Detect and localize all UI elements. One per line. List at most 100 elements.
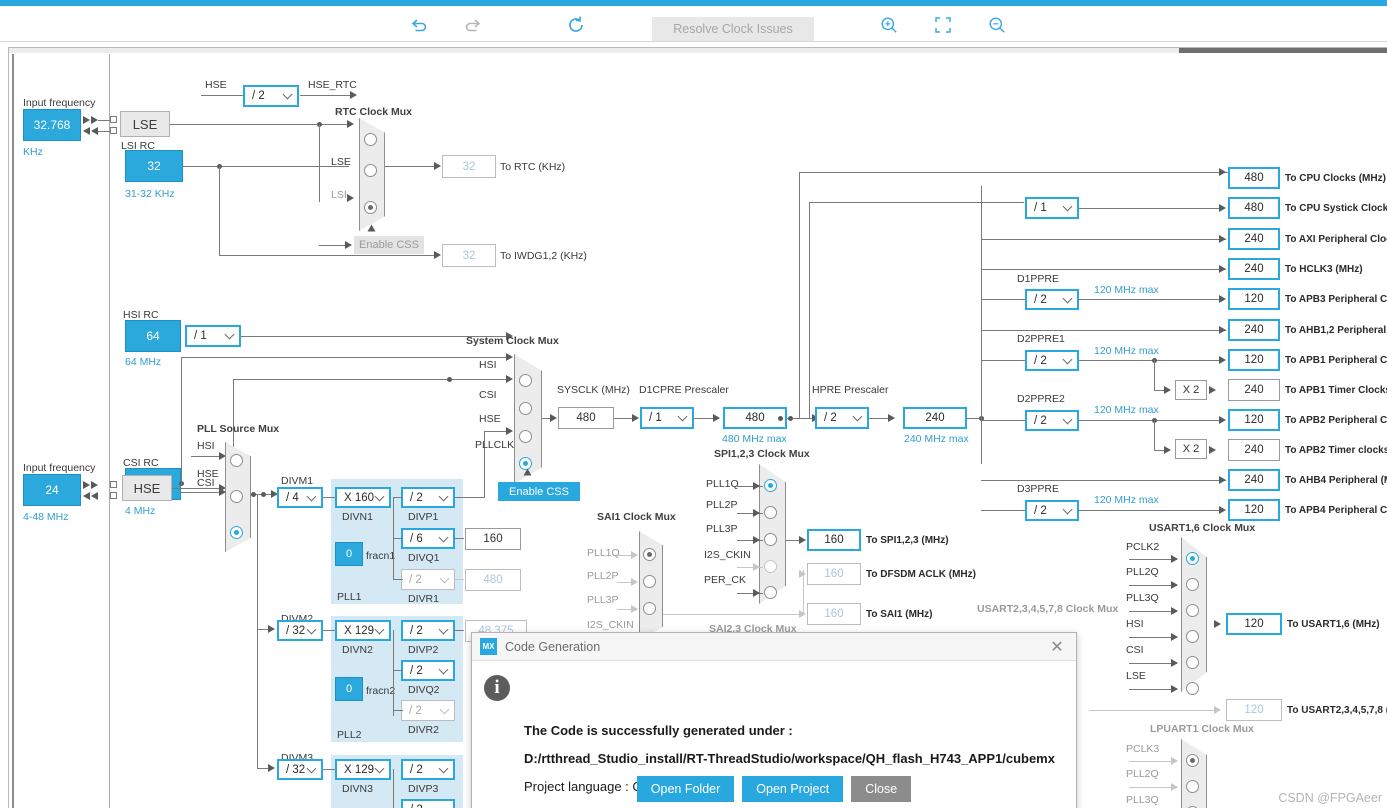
pll-src-option-hsi[interactable] [230, 454, 243, 467]
close-icon[interactable]: ✕ [1048, 638, 1066, 656]
enable-css-sys-button[interactable]: Enable CSS [498, 482, 580, 501]
wire-d2ppre1-in [981, 360, 1025, 361]
pll2-divp-select[interactable]: / 2 [401, 620, 455, 641]
d1ppre-max-label: 120 MHz max [1094, 284, 1159, 296]
usart16-label-csi: CSI [1126, 644, 1144, 656]
wire-cpuclk-up [799, 172, 800, 418]
pll3-divn-select[interactable]: X 129 [335, 759, 391, 780]
arrow-spi-in2 [753, 536, 760, 544]
chevron-down-icon [438, 532, 449, 542]
open-folder-button[interactable]: Open Folder [636, 776, 735, 802]
hsi-range-label: 64 MHz [125, 356, 162, 368]
pll-src-option-csi[interactable] [230, 490, 243, 503]
enable-css-lse-button[interactable]: Enable CSS [354, 236, 424, 254]
pll1-fracn-field[interactable]: 0 [335, 542, 363, 566]
hse-rtc-divider-select[interactable]: / 2 [243, 85, 299, 107]
spi-mux-option-pll2p[interactable] [764, 506, 777, 519]
arrow-usart16-in3 [1171, 633, 1178, 641]
sysmux-label-hsi: HSI [479, 359, 497, 371]
pll-src-mux-label-hsi: HSI [197, 440, 215, 452]
arrow-divm2 [268, 625, 275, 633]
sai1-mux-option-pll3p[interactable] [643, 602, 656, 615]
lpuart1-mux-option-pll2q[interactable] [1186, 780, 1199, 793]
reset-icon[interactable] [563, 14, 589, 36]
output-value-9: 240 [1228, 439, 1280, 461]
fit-to-screen-icon[interactable] [930, 14, 956, 36]
rtc-mux-option-hse-rtc[interactable] [364, 133, 377, 146]
pll1-divq-select[interactable]: / 6 [401, 528, 455, 549]
arrow-out-11 [1219, 506, 1226, 514]
pll3-divq-value: / 2 [410, 804, 423, 808]
pll3-divm-select[interactable]: / 32 [277, 759, 323, 780]
dialog-message-line1: The Code is successfully generated under… [524, 723, 793, 738]
pll2-divp-value: / 2 [410, 624, 423, 637]
pll3-divq-select[interactable]: / 2 [401, 799, 455, 808]
code-generation-dialog[interactable]: MX Code Generation ✕ i The Code is succe… [471, 632, 1077, 808]
pll2-divq-select[interactable]: / 2 [401, 660, 455, 681]
hpre-select[interactable]: / 2 [815, 407, 869, 429]
pll1-divn-select[interactable]: X 160 [335, 487, 391, 508]
usart16-mux-option-csi[interactable] [1186, 656, 1199, 669]
horizontal-scrollbar-thumb[interactable] [1179, 48, 1387, 53]
arrow-spi-in3 [753, 563, 760, 571]
hse-rtc-source-label: HSE [205, 79, 227, 91]
wire-sai1-up [803, 570, 804, 614]
usart16-mux-option-pll3q[interactable] [1186, 604, 1199, 617]
undo-icon[interactable] [407, 14, 433, 36]
spi-mux-option-pll3p[interactable] [764, 533, 777, 546]
pll3-divp-label: DIVP3 [408, 783, 439, 795]
zoom-in-icon[interactable] [876, 14, 902, 36]
hsi-divider-select[interactable]: / 1 [185, 325, 241, 347]
app-root: Resolve Clock Issues Input frequency 32.… [0, 0, 1387, 808]
pll2-fracn-field[interactable]: 0 [335, 677, 363, 701]
sysmux-option-hse[interactable] [519, 430, 532, 443]
usart16-mux-option-pll2q[interactable] [1186, 578, 1199, 591]
usart16-mux-option-hsi[interactable] [1186, 630, 1199, 643]
wire-usart16-in4 [1129, 663, 1177, 664]
chevron-down-icon [224, 329, 235, 340]
arrow-spi-in0 [753, 482, 760, 490]
sai1-mux-option-pll1q[interactable] [643, 548, 656, 561]
lse-input-frequency-field[interactable]: 32.768 [23, 109, 81, 141]
d2ppre1-select[interactable]: / 2 [1025, 350, 1079, 371]
sysmux-option-hsi[interactable] [519, 374, 532, 387]
lpuart1-clock-mux[interactable] [1181, 739, 1207, 808]
rtc-mux-option-lse[interactable] [364, 164, 377, 177]
pll3-divp-select[interactable]: / 2 [401, 759, 455, 780]
sai1-mux-option-pll2p[interactable] [643, 575, 656, 588]
hse-input-frequency-field[interactable]: 24 [23, 474, 81, 506]
arrow-divm3 [268, 764, 275, 772]
rtc-mux-option-lsi[interactable] [364, 201, 377, 214]
pll1-divp-select[interactable]: / 2 [401, 487, 455, 508]
zoom-out-icon[interactable] [984, 14, 1010, 36]
d1cpre-select[interactable]: / 1 [640, 407, 694, 429]
dialog-body: i The Code is successfully generated und… [472, 661, 1076, 808]
arrow-out-3 [1219, 265, 1226, 273]
arrow-hpre-out [888, 414, 895, 422]
pll2-divm-select[interactable]: / 32 [277, 620, 323, 641]
sysmux-option-csi[interactable] [519, 402, 532, 415]
spi-mux-option-perck[interactable] [764, 586, 777, 599]
spi-mux-option-pll1q[interactable] [764, 479, 777, 492]
close-dialog-button[interactable]: Close [851, 776, 912, 802]
resolve-clock-issues-button[interactable]: Resolve Clock Issues [652, 17, 814, 41]
usart16-mux-option-lse[interactable] [1186, 682, 1199, 695]
pll1-divm-select[interactable]: / 4 [277, 487, 323, 508]
clock-tree-canvas[interactable]: Input frequency 32.768 KHz LSE LSI RC 32… [8, 47, 1387, 808]
pll-src-option-hse[interactable] [230, 526, 243, 539]
spi-mux-option-i2sckin[interactable] [764, 560, 777, 573]
spi-clock-mux-title: SPI1,2,3 Clock Mux [714, 448, 810, 460]
open-project-button[interactable]: Open Project [742, 776, 844, 802]
arrow-sai1-in1 [631, 578, 638, 586]
d1ppre-select[interactable]: / 2 [1025, 289, 1079, 310]
d3ppre-select[interactable]: / 2 [1025, 500, 1079, 521]
arrow-spi-out [799, 536, 806, 544]
pll2-divn-select[interactable]: X 129 [335, 620, 391, 641]
lpuart1-mux-option-pclk3[interactable] [1186, 754, 1199, 767]
usart16-mux-option-pclk2[interactable] [1186, 552, 1199, 565]
wire-usart16-in2 [1129, 611, 1177, 612]
systick-divider-select[interactable]: / 1 [1025, 197, 1079, 219]
d2ppre2-select[interactable]: / 2 [1025, 410, 1079, 431]
output-value-8: 120 [1228, 409, 1280, 431]
arrow-usart16-in1 [1171, 581, 1178, 589]
